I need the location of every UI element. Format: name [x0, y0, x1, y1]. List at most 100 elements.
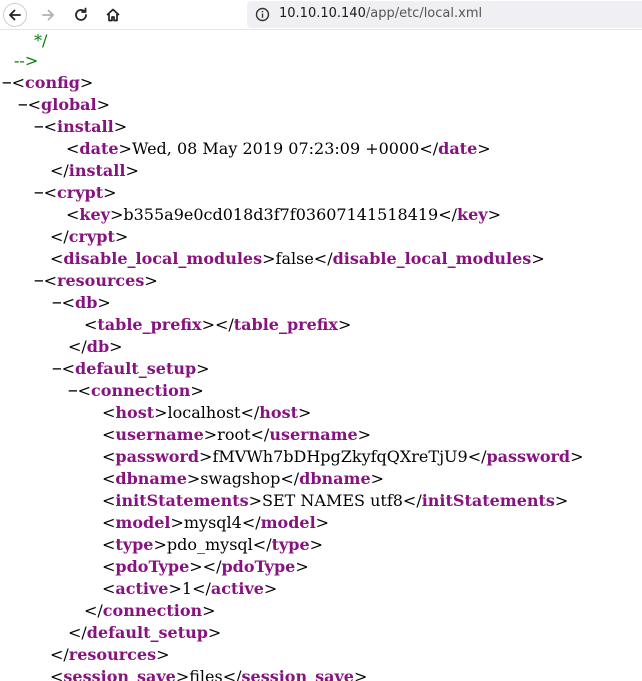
- xml-tag-name: initStatements: [115, 491, 249, 510]
- reload-button[interactable]: [69, 3, 93, 27]
- back-arrow-icon: [9, 9, 21, 21]
- xml-comment-close: -->: [14, 51, 39, 70]
- xml-tag-name: key: [79, 205, 110, 224]
- xml-tag-name: crypt: [68, 227, 115, 246]
- xml-tag-name: disable_local_modules: [63, 249, 263, 268]
- xml-value: false: [275, 249, 314, 268]
- xml-tag-name: resources: [57, 271, 145, 290]
- xml-tag-name: date: [79, 139, 119, 158]
- xml-value: root: [217, 425, 251, 444]
- xml-tag-name: install: [68, 161, 126, 180]
- xml-tag-name: initStatements: [421, 491, 555, 510]
- xml-tag-name: username: [115, 425, 204, 444]
- collapse-toggle[interactable]: −: [52, 359, 62, 378]
- xml-tag-name: model: [115, 513, 171, 532]
- xml-tag-name: session_save: [241, 667, 354, 681]
- xml-node-table-prefix: <table_prefix></table_prefix>: [84, 315, 352, 334]
- site-info-icon[interactable]: [255, 7, 270, 22]
- url-text[interactable]: 10.10.10.140/app/etc/local.xml: [279, 6, 482, 21]
- back-button[interactable]: [3, 3, 27, 27]
- xml-tag-name: disable_local_modules: [332, 249, 532, 268]
- xml-tag-name: dbname: [299, 469, 371, 488]
- xml-tag-name: host: [115, 403, 155, 422]
- xml-tag-name: host: [259, 403, 298, 422]
- collapse-toggle[interactable]: −: [68, 381, 78, 400]
- xml-tag-name: install: [57, 117, 114, 136]
- xml-tag-name: session_save: [63, 667, 176, 681]
- xml-node-global-open: −<global>: [18, 95, 111, 114]
- xml-node-connection-close: </connection>: [84, 601, 216, 620]
- forward-button[interactable]: [36, 3, 60, 27]
- xml-value: b355a9e0cd018d3f7f03607141518419: [123, 205, 439, 224]
- xml-node-username: <username>root</username>: [102, 425, 372, 444]
- xml-tag-name: default_setup: [75, 359, 197, 378]
- xml-tag-name: connection: [91, 381, 191, 400]
- xml-tag-name: db: [75, 293, 98, 312]
- xml-tag-name: key: [457, 205, 488, 224]
- xml-tag-name: active: [210, 579, 264, 598]
- xml-node-default-setup-close: </default_setup>: [68, 623, 222, 642]
- xml-node-install-close: </install>: [50, 161, 139, 180]
- xml-tag-name: default_setup: [86, 623, 208, 642]
- xml-tag-name: date: [438, 139, 478, 158]
- xml-tag-name: connection: [102, 601, 203, 620]
- xml-node-db-open: −<db>: [52, 293, 111, 312]
- xml-tree-viewer: */ --> −<config> −<global> −<install> <d…: [0, 30, 642, 681]
- xml-node-resources-close: </resources>: [50, 645, 170, 664]
- home-button[interactable]: [101, 3, 125, 27]
- xml-tag-name: table_prefix: [97, 315, 202, 334]
- reload-icon: [75, 7, 87, 21]
- xml-value: localhost: [167, 403, 241, 422]
- xml-tag-name: type: [115, 535, 154, 554]
- address-bar[interactable]: 10.10.10.140/app/etc/local.xml: [247, 1, 642, 28]
- xml-node-dbname: <dbname>swagshop</dbname>: [102, 469, 385, 488]
- xml-node-password: <password>fMVWh7bDHpgZkyfqQXreTjU9</pass…: [102, 447, 584, 466]
- collapse-toggle[interactable]: −: [34, 117, 44, 136]
- xml-tag-name: password: [115, 447, 200, 466]
- collapse-toggle[interactable]: −: [52, 293, 62, 312]
- xml-node-key: <key>b355a9e0cd018d3f7f03607141518419</k…: [66, 205, 501, 224]
- xml-value: Wed, 08 May 2019 07:23:09 +0000: [131, 139, 420, 158]
- xml-tag-name: table_prefix: [233, 315, 338, 334]
- xml-node-crypt-close: </crypt>: [50, 227, 129, 246]
- xml-tag-name: resources: [68, 645, 157, 664]
- xml-node-host: <host>localhost</host>: [102, 403, 312, 422]
- xml-value: pdo_mysql: [166, 535, 253, 554]
- collapse-toggle[interactable]: −: [34, 271, 44, 290]
- xml-value: SET NAMES utf8: [262, 491, 403, 510]
- forward-arrow-icon: [42, 9, 54, 21]
- xml-tag-name: db: [86, 337, 110, 356]
- xml-tag-name: dbname: [115, 469, 187, 488]
- xml-node-date: <date>Wed, 08 May 2019 07:23:09 +0000</d…: [66, 139, 491, 158]
- xml-node-model: <model>mysql4</model>: [102, 513, 330, 532]
- xml-comment-end: */: [34, 31, 48, 50]
- collapse-toggle[interactable]: −: [18, 95, 28, 114]
- xml-value: fMVWh7bDHpgZkyfqQXreTjU9: [212, 447, 468, 466]
- xml-node-db-close: </db>: [68, 337, 123, 356]
- xml-value: files: [189, 667, 223, 681]
- xml-node-pdo-type: <pdoType></pdoType>: [102, 557, 309, 576]
- xml-tag-name: password: [486, 447, 571, 466]
- url-path: /app/etc/local.xml: [365, 6, 483, 21]
- xml-node-install-open: −<install>: [34, 117, 128, 136]
- xml-tag-name: pdoType: [115, 557, 190, 576]
- xml-node-connection-open: −<connection>: [68, 381, 204, 400]
- xml-node-crypt-open: −<crypt>: [34, 183, 117, 202]
- xml-node-active: <active>1</active>: [102, 579, 278, 598]
- xml-tag-name: username: [269, 425, 358, 444]
- browser-toolbar: 10.10.10.140/app/etc/local.xml: [0, 0, 642, 30]
- xml-value: mysql4: [183, 513, 242, 532]
- xml-tag-name: config: [25, 73, 80, 92]
- url-host: 10.10.10.140: [279, 6, 366, 21]
- xml-tag-name: active: [115, 579, 169, 598]
- collapse-toggle[interactable]: −: [34, 183, 44, 202]
- xml-value: swagshop: [200, 469, 281, 488]
- home-icon: [106, 8, 120, 22]
- xml-node-resources-open: −<resources>: [34, 271, 158, 290]
- xml-tag-name: pdoType: [221, 557, 296, 576]
- xml-tag-name: type: [271, 535, 310, 554]
- xml-node-init-statements: <initStatements>SET NAMES utf8</initStat…: [102, 491, 569, 510]
- collapse-toggle[interactable]: −: [2, 73, 12, 92]
- xml-tag-name: crypt: [57, 183, 104, 202]
- xml-node-disable-local-modules: <disable_local_modules>false</disable_lo…: [50, 249, 545, 268]
